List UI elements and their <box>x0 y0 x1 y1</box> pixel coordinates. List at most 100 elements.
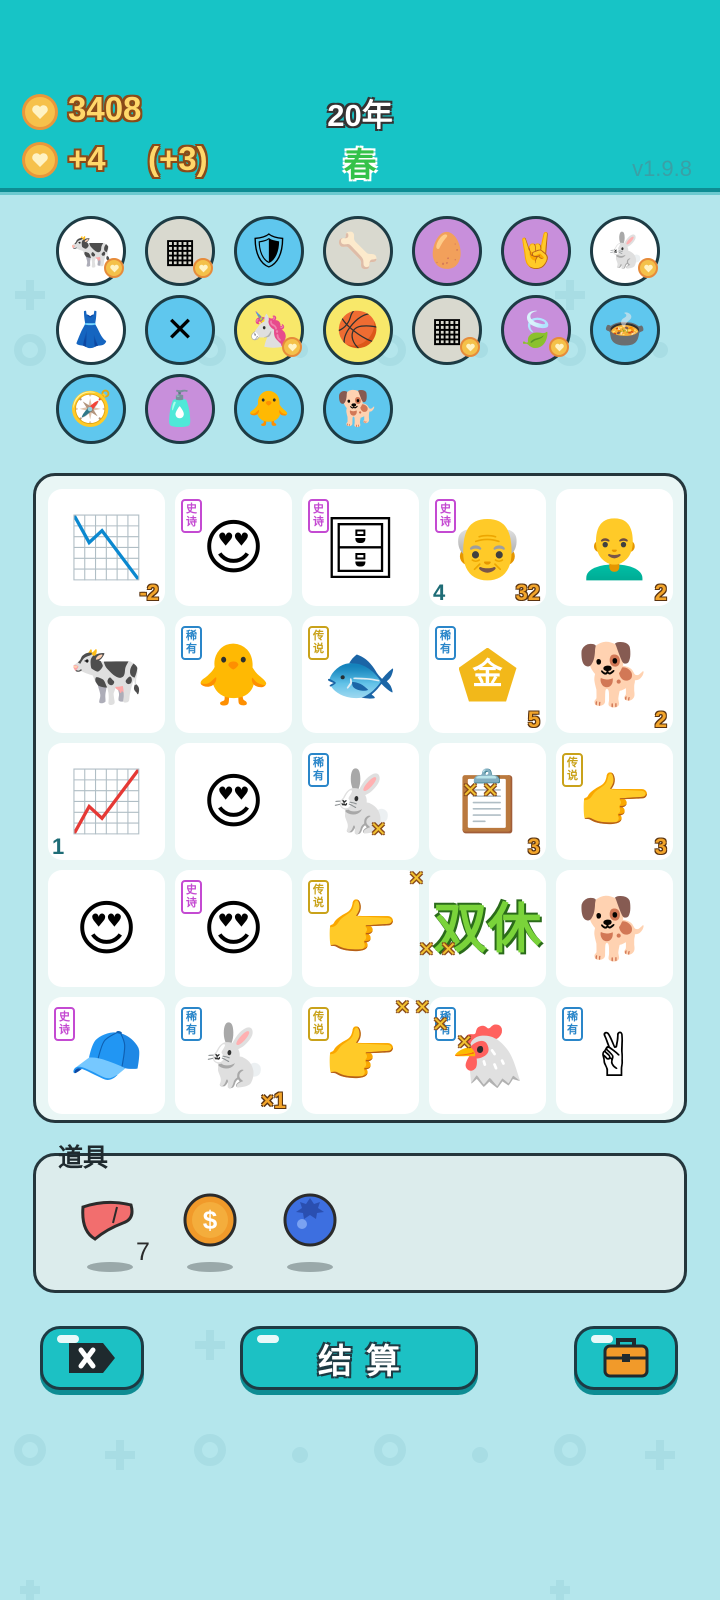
rarity-tag: 传说 <box>562 753 583 787</box>
cell-value: 3 <box>527 834 540 859</box>
rarity-tag: 史诗 <box>308 499 329 533</box>
remove-mark-icon: ✕ <box>456 1032 473 1054</box>
rarity-tag: 稀有 <box>181 626 202 660</box>
board-cell[interactable]: 双休 <box>429 870 546 987</box>
cell-value: 2 <box>654 580 667 605</box>
board-cell[interactable]: 📈 1 <box>48 743 165 860</box>
board-cell[interactable]: 🐇 稀有 <box>302 743 419 860</box>
remove-mark-icon: ✕ <box>394 997 411 1019</box>
heart-badge-icon <box>549 337 569 357</box>
rarity-tag: 史诗 <box>181 880 202 914</box>
cell-counter: 1 <box>52 834 65 859</box>
top-bar: 3408 +4 (+3) 20年 春 v1.9.8 <box>0 0 720 192</box>
symbol-glyph: 🍲 <box>603 311 647 349</box>
compass-icon[interactable]: 🧭 <box>56 374 126 444</box>
duck-pot-icon[interactable]: 🍲 <box>590 295 660 365</box>
pet-bowl-icon[interactable]: 🦴 <box>323 216 393 286</box>
cell-value: 3 <box>654 834 667 859</box>
rarity-tag: 传说 <box>308 626 329 660</box>
symbol-glyph: 🧭 <box>69 390 113 428</box>
cell-value: ×1 <box>260 1088 286 1113</box>
year-label: 20年 <box>327 98 393 133</box>
board-cell[interactable]: 📉 -2 <box>48 489 165 606</box>
symbol-glyph: 🧴 <box>158 390 202 428</box>
symbol-glyph: ✕ <box>165 311 195 349</box>
settle-button[interactable]: 结算 <box>240 1326 478 1390</box>
shield-wrench-icon[interactable]: 🛡 <box>234 216 304 286</box>
rock-hand-icon[interactable]: 🤘 <box>501 216 571 286</box>
egg-icon[interactable]: 🥚 <box>412 216 482 286</box>
symbol-glyph: 👗 <box>69 311 113 349</box>
board-cell[interactable]: 👴 史诗 32 4 <box>429 489 546 606</box>
cool-dog-icon[interactable]: 🐕 <box>323 374 393 444</box>
rarity-tag: 稀有 <box>308 753 329 787</box>
cell-counter: 4 <box>433 580 446 605</box>
breadsticks-icon[interactable]: ✕ <box>145 295 215 365</box>
board-cell[interactable]: 🐕 2 <box>556 616 673 733</box>
basketballs-icon[interactable]: 🏀 <box>323 295 393 365</box>
delete-tag-icon <box>69 1343 115 1373</box>
coin-bonus: (+3) <box>148 140 208 177</box>
liver-icon[interactable] <box>75 1189 139 1253</box>
board-cell[interactable]: 👉 传说 <box>302 870 419 987</box>
rarity-tag: 传说 <box>308 1007 329 1041</box>
board-cell[interactable]: 😍 <box>48 870 165 987</box>
heart-coin-icon <box>22 142 58 178</box>
board-cell[interactable]: 🐄 <box>48 616 165 733</box>
inventory-bag-button[interactable] <box>574 1326 678 1390</box>
dollar-coin-icon[interactable]: $ <box>178 1188 242 1252</box>
double-rest-icon: 双休 <box>433 898 542 959</box>
settle-label: 结算 <box>318 1342 414 1381</box>
version-label: v1.9.8 <box>632 156 692 181</box>
board-cell[interactable]: 😍 史诗 <box>175 870 292 987</box>
blueberry-icon[interactable] <box>278 1188 342 1252</box>
button-shine <box>57 1335 79 1343</box>
rising-chart-icon: 📈 <box>69 767 144 835</box>
board-cell[interactable]: 😍 <box>175 743 292 860</box>
rarity-tag: 稀有 <box>181 1007 202 1041</box>
board-cell[interactable]: 金稀有 5 <box>429 616 546 733</box>
symbol-glyph: 🐥 <box>247 390 291 428</box>
board-cell[interactable]: 🗄 史诗 <box>302 489 419 606</box>
rarity-tag: 传说 <box>308 880 329 914</box>
remove-mark-icon: ✕ <box>408 868 425 890</box>
board-cell[interactable]: 😍 史诗 <box>175 489 292 606</box>
symbol-glyph: 🏀 <box>336 311 380 349</box>
heart-badge-icon <box>638 258 658 278</box>
heart-badge-icon <box>104 258 124 278</box>
remove-mark-icon: ✕ <box>432 1014 449 1036</box>
board-cell[interactable]: 🐇 稀有 ×1 <box>175 997 292 1114</box>
item-shadow <box>87 1262 133 1272</box>
cell-value: 32 <box>515 580 540 605</box>
board-cell[interactable]: ✌ 稀有 <box>556 997 673 1114</box>
board-cell[interactable]: 🧢 史诗 <box>48 997 165 1114</box>
spray-bottle-icon[interactable]: 🧴 <box>145 374 215 444</box>
heart-coin-icon <box>22 94 58 130</box>
chick-egg-icon[interactable]: 🐥 <box>234 374 304 444</box>
rarity-tag: 史诗 <box>54 1007 75 1041</box>
heart-eyes-boy-icon: 😍 <box>202 767 265 835</box>
coin-total: 3408 <box>68 90 142 127</box>
rarity-tag: 史诗 <box>435 499 456 533</box>
heart-badge-icon <box>193 258 213 278</box>
svg-text:$: $ <box>203 1205 218 1235</box>
board-cell[interactable]: 🐕 <box>556 870 673 987</box>
skirt-icon[interactable]: 👗 <box>56 295 126 365</box>
board-cell[interactable]: 👉 传说 3 <box>556 743 673 860</box>
heart-badge-icon <box>460 337 480 357</box>
board-cell[interactable]: 🐥 稀有 <box>175 616 292 733</box>
remove-mark-icon: ✕ <box>440 939 457 961</box>
board-cell[interactable]: 🐟 传说 <box>302 616 419 733</box>
symbol-glyph: ▦ <box>163 232 197 270</box>
remove-button[interactable] <box>40 1326 144 1390</box>
cell-value: -2 <box>139 580 159 605</box>
cow-icon: 🐄 <box>69 640 144 708</box>
rarity-tag: 史诗 <box>181 499 202 533</box>
board-cell[interactable]: 👨‍🦲 2 <box>556 489 673 606</box>
husky-icon: 🐕 <box>577 894 652 962</box>
rarity-tag: 稀有 <box>435 626 456 660</box>
remove-mark-icon: ✕ <box>462 780 479 802</box>
heart-eyes-boy-icon: 😍 <box>75 894 138 962</box>
season-label: 春 <box>343 146 377 183</box>
symbol-glyph: ▦ <box>430 311 464 349</box>
